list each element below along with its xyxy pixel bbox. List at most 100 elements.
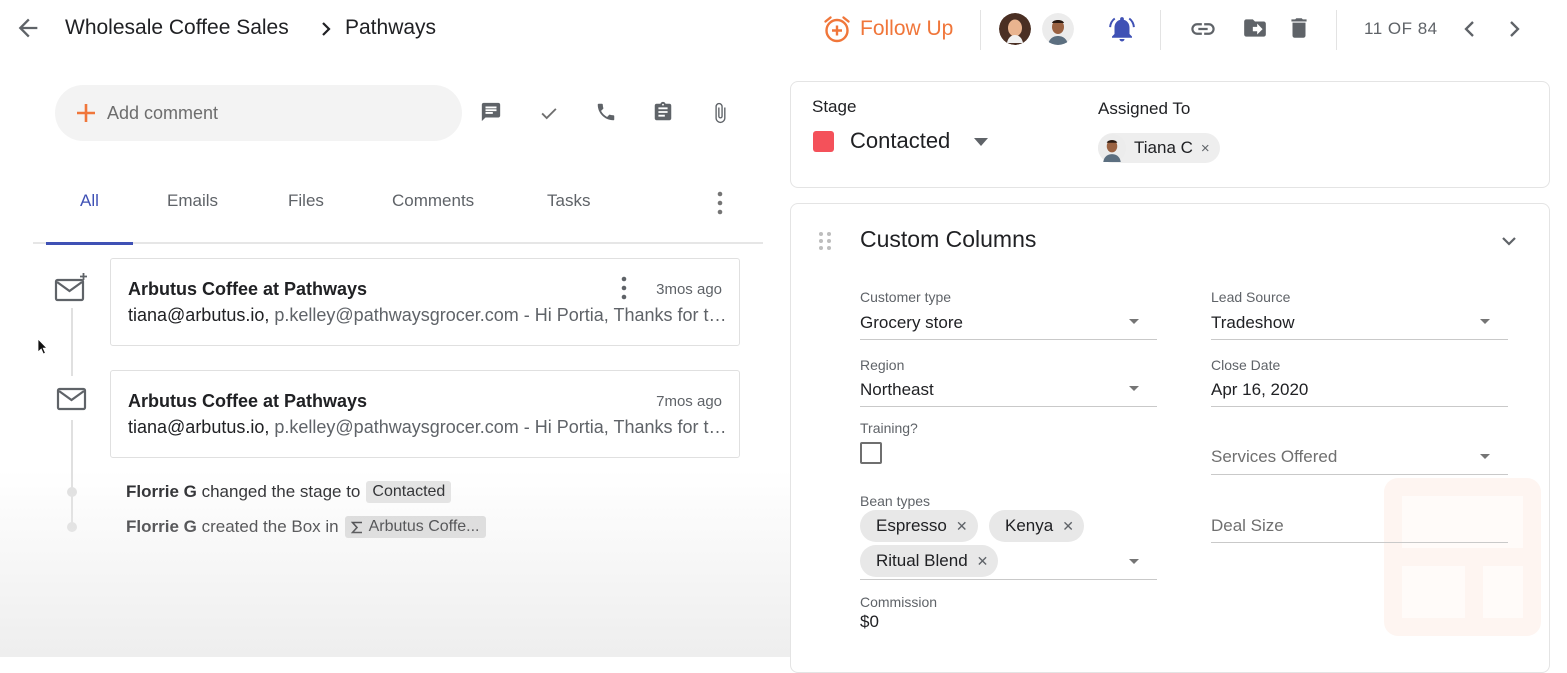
remove-assignee-button[interactable]: × [1201,140,1210,157]
caret-down-icon[interactable] [1129,386,1139,391]
avatar[interactable] [1042,13,1074,45]
record-counter: 11 OF 84 [1364,19,1438,38]
collapse-section-button[interactable] [1498,232,1520,250]
tab-files[interactable]: Files [288,191,324,211]
email-timestamp: 7mos ago [656,393,722,410]
close-date-label: Close Date [1211,357,1281,373]
field-underline [1211,474,1508,475]
assignee-chip[interactable]: Tiana C × [1098,133,1220,163]
email-thread-card[interactable]: Arbutus Coffee at Pathways 7mos ago tian… [110,370,740,458]
copy-link-button[interactable] [1188,15,1218,43]
field-underline [860,339,1157,340]
services-offered-select[interactable]: Services Offered [1211,447,1337,467]
stage-dropdown[interactable] [973,137,989,147]
region-label: Region [860,357,905,373]
email-sender: tiana@arbutus.io, [128,417,270,437]
alarm-clock-icon [824,16,850,43]
email-snippet: p.kelley@pathwaysgrocer.com - Hi Portia,… [274,305,728,325]
drag-handle[interactable] [818,231,832,251]
lead-source-select[interactable]: Tradeshow [1211,313,1294,333]
field-underline [1211,339,1508,340]
close-icon[interactable]: ✕ [977,553,989,570]
check-icon [541,108,557,120]
mail-sparkle-icon [54,273,87,302]
bean-type-name: Kenya [1005,516,1054,535]
email-subject: Arbutus Coffee at Pathways [128,391,368,411]
region-select[interactable]: Northeast [860,380,934,400]
tab-emails[interactable]: Emails [167,191,218,211]
tab-tasks[interactable]: Tasks [547,191,590,211]
link-icon [1191,23,1215,35]
previous-button[interactable] [1458,16,1482,42]
attach-icon [715,102,726,124]
chat-icon [481,102,501,122]
timeline-dot [67,522,77,532]
divider [980,10,981,50]
email-timestamp: 3mos ago [656,281,722,298]
activity-item: Florrie G created the Box in Arbutus Cof… [126,516,486,538]
field-underline [1211,406,1508,407]
caret-down-icon[interactable] [1129,559,1139,564]
avatar[interactable] [999,13,1031,45]
activity-text: changed the stage to [201,482,361,501]
email-subject: Arbutus Coffee at Pathways [128,279,368,299]
delete-button[interactable] [1286,14,1312,42]
deal-size-input[interactable]: Deal Size [1211,516,1284,536]
clipboard-icon [654,101,672,121]
divider [1160,10,1161,50]
field-underline [1211,542,1508,543]
bean-type-chip[interactable]: Ritual Blend ✕ [860,545,999,577]
caret-down-icon[interactable] [1480,319,1490,324]
arrow-left-icon [18,18,38,38]
caret-down-icon[interactable] [1480,454,1490,459]
activity-actor: Florrie G [126,482,197,501]
email-marker [56,386,88,412]
tab-all[interactable]: All [80,191,99,211]
bean-types-label: Bean types [860,493,931,509]
folder-move-icon [1244,19,1266,37]
chevron-left-icon [1464,21,1474,37]
training-checkbox[interactable] [860,442,882,464]
attach-tool-button[interactable] [709,101,731,125]
customer-type-label: Customer type [860,289,952,305]
timeline-line [71,308,73,376]
cursor-arrow-icon [37,338,48,355]
breadcrumb-pipeline[interactable]: Wholesale Coffee Sales [65,16,289,40]
back-button[interactable] [14,14,42,42]
caret-down-icon[interactable] [1129,319,1139,324]
pipeline-link-chip[interactable]: Arbutus Coffe... [344,516,486,538]
sheet-watermark [1384,478,1541,636]
phone-icon [597,103,615,121]
tab-comments[interactable]: Comments [392,191,474,211]
caret-down-icon [974,138,988,146]
close-date-input[interactable]: Apr 16, 2020 [1211,380,1308,400]
log-tool-button[interactable] [652,101,674,123]
training-label: Training? [860,420,918,436]
bean-type-chip[interactable]: Espresso ✕ [860,510,978,542]
lead-source-label: Lead Source [1211,289,1291,305]
close-icon[interactable]: ✕ [956,518,968,535]
comment-tool-button[interactable] [480,101,502,123]
email-sent-marker [54,272,90,304]
call-tool-button[interactable] [595,101,617,123]
notifications-button[interactable] [1107,14,1137,44]
follow-up-button[interactable]: Follow Up [822,12,953,46]
bean-type-chip[interactable]: Kenya ✕ [989,510,1084,542]
chevron-right-icon [322,22,331,36]
move-box-button[interactable] [1242,15,1268,41]
add-comment-input[interactable]: Add comment [55,85,462,141]
timeline-dot [67,487,77,497]
divider [1336,10,1337,50]
close-icon[interactable]: ✕ [1062,518,1074,535]
plus-icon [77,104,95,122]
add-comment-placeholder: Add comment [107,102,219,123]
activity-actor: Florrie G [126,517,197,536]
more-vertical-icon[interactable] [619,276,629,300]
customer-type-select[interactable]: Grocery store [860,313,963,333]
next-button[interactable] [1502,16,1526,42]
tabs-more-button[interactable] [709,190,731,216]
stage-select[interactable]: Contacted [850,128,950,154]
task-tool-button[interactable] [538,102,560,124]
bean-type-name: Ritual Blend [876,551,968,570]
email-thread-card[interactable]: Arbutus Coffee at Pathways 3mos ago tian… [110,258,740,346]
